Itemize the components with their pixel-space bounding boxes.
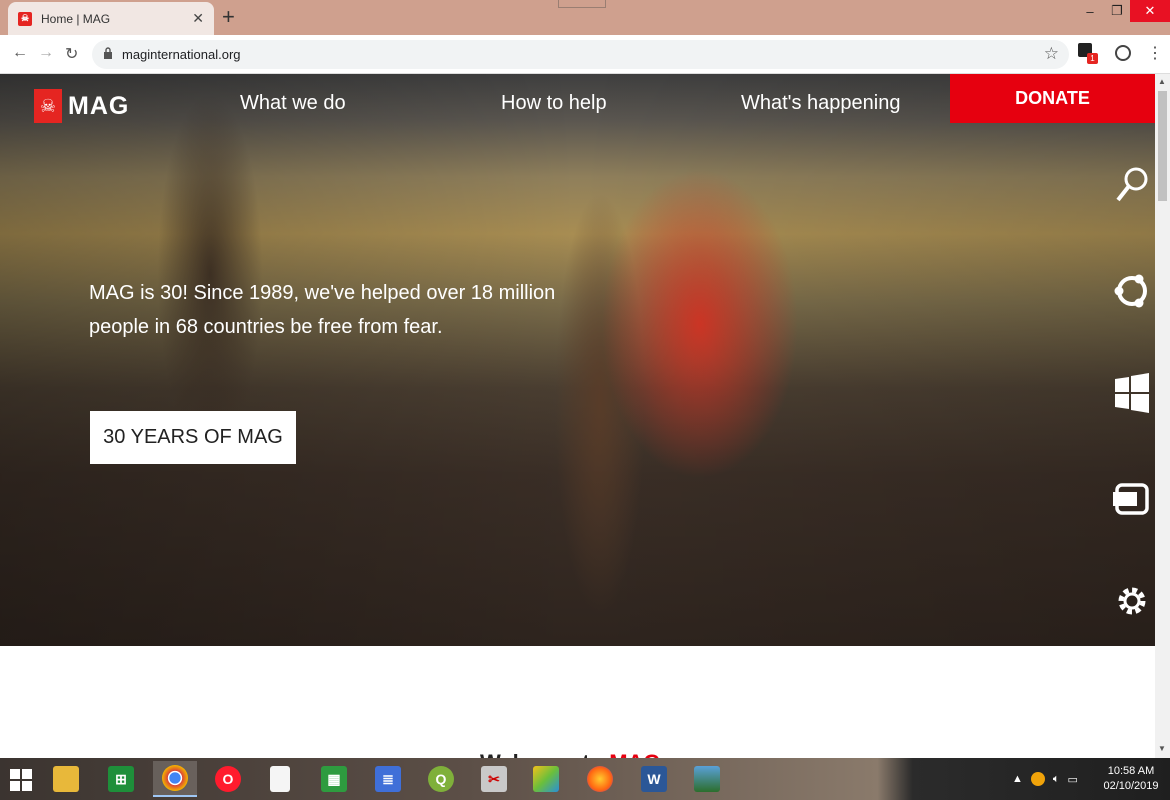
start-windows-icon[interactable] [10,769,32,791]
minimize-button[interactable]: – [1076,0,1104,22]
nav-how-to-help[interactable]: How to help [501,92,607,115]
bluestacks-icon[interactable] [524,761,568,797]
url-text: maginternational.org [122,47,241,62]
scroll-up-icon[interactable]: ▲ [1158,77,1166,86]
tab-close-icon[interactable]: ✕ [192,10,204,27]
hero-headline: MAG is 30! Since 1989, we've helped over… [89,282,556,338]
tray-chevron-icon[interactable]: ▲ [1012,773,1023,785]
store-icon[interactable]: ⊞ [99,761,143,797]
blank-doc-icon[interactable] [258,761,302,797]
word-icon[interactable]: W [632,761,676,797]
menu-kebab-icon[interactable]: ⋮ [1147,43,1163,63]
chrome-icon[interactable] [153,761,197,797]
calculator-icon[interactable]: ▦ [312,761,356,797]
switch-icon[interactable] [1113,480,1151,518]
nav-what-we-do[interactable]: What we do [240,92,346,115]
tool-icon[interactable]: ✂ [472,761,516,797]
notepad-icon[interactable]: ≣ [366,761,410,797]
extension-badge: 1 [1087,53,1098,64]
firefox-icon[interactable] [578,761,622,797]
search-icon[interactable] [1113,167,1151,205]
welcome-brand: MAG [609,750,660,758]
address-bar[interactable]: maginternational.org ☆ [92,40,1069,69]
ubuntu-icon[interactable] [1113,272,1151,310]
tab-strip-handle [558,0,606,8]
photo-icon[interactable] [685,761,729,797]
scroll-thumb[interactable] [1158,91,1167,201]
maximize-button[interactable]: ❐ [1104,0,1130,22]
bookmark-star-icon[interactable]: ☆ [1044,44,1059,64]
close-window-button[interactable]: ✕ [1130,0,1170,22]
nav-whats-happening[interactable]: What's happening [741,92,900,115]
clock-time: 10:58 AM [1107,765,1155,777]
new-tab-button[interactable]: + [222,5,235,29]
page-viewport: ☠ MAG What we do How to help What's happ… [0,74,1155,758]
skull-logo-icon: ☠ [34,89,62,123]
windows-icon[interactable] [1113,373,1151,413]
back-arrow-icon[interactable]: ← [12,44,28,62]
page-scrollbar[interactable]: ▲ ▼ [1155,74,1170,758]
forward-arrow-icon[interactable]: → [38,44,54,62]
qgis-icon[interactable]: Q [419,761,463,797]
clock-date: 02/10/2019 [1103,780,1159,792]
browser-toolbar: ← → ↻ maginternational.org ☆ 1 ⋮ [0,35,1170,74]
network-icon[interactable]: ▭ [1068,773,1078,786]
file-explorer-icon[interactable] [44,761,88,797]
mag-favicon-icon: ☠ [18,11,32,26]
browser-tab[interactable]: ☠ Home | MAG ✕ [8,2,214,35]
browser-tab-strip: ☠ Home | MAG ✕ + – ❐ ✕ [0,0,1170,35]
site-logo[interactable]: ☠ MAG [34,89,129,123]
tray-warning-icon[interactable] [1030,772,1045,786]
system-tray: ▲ 🔈︎ ▭ [1012,758,1078,800]
scroll-down-icon[interactable]: ▼ [1158,744,1166,753]
lock-icon [104,47,112,59]
windows-taskbar: ⊞ O ▦ ≣ Q ✂ W ▲ 🔈︎ ▭ 10:58 AM 02/10/2019 [0,758,1170,800]
donate-button[interactable]: DONATE [950,74,1155,123]
opera-icon[interactable]: O [206,761,250,797]
volume-icon[interactable]: 🔈︎ [1053,773,1060,786]
reload-icon[interactable]: ↻ [65,44,78,64]
logo-text: MAG [68,91,130,120]
profile-avatar-icon[interactable] [1115,45,1131,61]
welcome-heading: Welcome to MAG [480,750,661,758]
taskbar-clock[interactable]: 10:58 AM 02/10/2019 [1098,764,1164,794]
hero-shade [0,74,1155,646]
settings-icon[interactable] [1113,582,1151,620]
welcome-prefix: Welcome to [480,750,609,758]
hero-banner: ☠ MAG What we do How to help What's happ… [0,74,1155,646]
thirty-years-button[interactable]: 30 YEARS OF MAG [90,411,296,464]
tab-title: Home | MAG [41,11,111,26]
